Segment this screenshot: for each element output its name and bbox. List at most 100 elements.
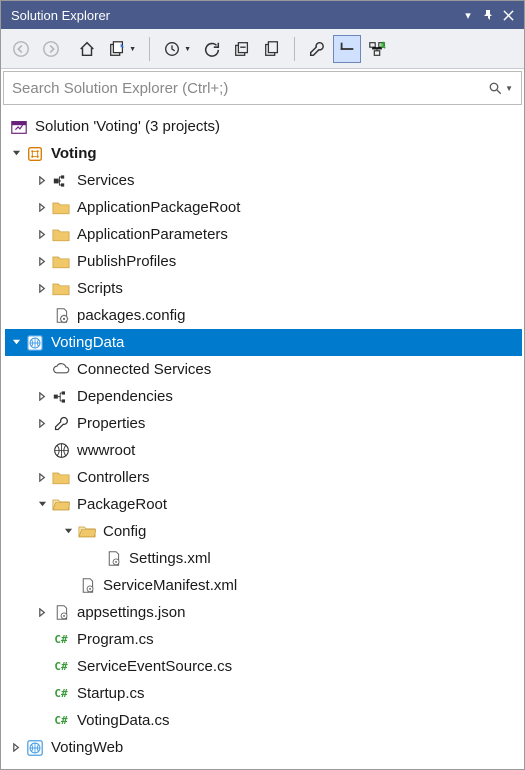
folder-open-icon	[77, 522, 97, 542]
show-all-files-button[interactable]	[258, 35, 286, 63]
csharp-file-icon: C#	[51, 684, 71, 704]
collapse-arrow-icon[interactable]	[35, 471, 49, 485]
tree-item-services[interactable]: Services	[5, 167, 522, 194]
tree-item-appsettings[interactable]: appsettings.json	[5, 599, 522, 626]
dropdown-icon[interactable]: ▼	[184, 46, 191, 53]
collapse-arrow-icon[interactable]	[35, 606, 49, 620]
project-label: Voting	[51, 145, 97, 162]
nav-forward-button[interactable]	[37, 35, 65, 63]
csharp-file-icon: C#	[51, 657, 71, 677]
project-voting[interactable]: Voting	[5, 140, 522, 167]
tree-item-app-parameters[interactable]: ApplicationParameters	[5, 221, 522, 248]
item-label: Dependencies	[77, 388, 173, 405]
search-box[interactable]: ▼	[3, 71, 522, 105]
folder-icon	[51, 468, 71, 488]
tree-item-service-event-source[interactable]: C# ServiceEventSource.cs	[5, 653, 522, 680]
search-input[interactable]	[12, 80, 488, 97]
tree-item-publish-profiles[interactable]: PublishProfiles	[5, 248, 522, 275]
search-icon[interactable]: ▼	[488, 81, 513, 96]
item-label: PackageRoot	[77, 496, 167, 513]
history-button[interactable]: ▼	[158, 35, 186, 63]
item-label: VotingData.cs	[77, 712, 170, 729]
toolbar-separator	[294, 37, 295, 61]
tree-item-startup-cs[interactable]: C# Startup.cs	[5, 680, 522, 707]
titlebar: Solution Explorer ▾	[1, 1, 524, 29]
collapse-arrow-icon[interactable]	[9, 741, 23, 755]
collapse-all-button[interactable]	[228, 35, 256, 63]
config-file-icon	[51, 306, 71, 326]
item-label: Controllers	[77, 469, 150, 486]
pin-icon[interactable]	[478, 5, 498, 25]
sync-view-button[interactable]: ▼	[103, 35, 131, 63]
item-label: ApplicationParameters	[77, 226, 228, 243]
tree-item-app-package-root[interactable]: ApplicationPackageRoot	[5, 194, 522, 221]
refresh-button[interactable]	[198, 35, 226, 63]
item-label: ApplicationPackageRoot	[77, 199, 240, 216]
project-label: VotingData	[51, 334, 124, 351]
csharp-file-icon: C#	[51, 711, 71, 731]
solution-label: Solution 'Voting' (3 projects)	[35, 118, 220, 135]
solution-tree: Solution 'Voting' (3 projects) Voting Se…	[1, 107, 524, 767]
tree-item-packages-config[interactable]: packages.config	[5, 302, 522, 329]
globe-icon	[51, 441, 71, 461]
item-label: Startup.cs	[77, 685, 145, 702]
window-menu-icon[interactable]: ▾	[458, 5, 478, 25]
solution-node[interactable]: Solution 'Voting' (3 projects)	[5, 113, 522, 140]
csharp-file-icon: C#	[51, 630, 71, 650]
expand-arrow-icon[interactable]	[9, 336, 23, 350]
collapse-arrow-icon[interactable]	[35, 390, 49, 404]
project-label: VotingWeb	[51, 739, 123, 756]
connected-services-icon	[51, 360, 71, 380]
tree-item-connected-services[interactable]: Connected Services	[5, 356, 522, 383]
web-project-icon	[25, 738, 45, 758]
project-voting-data[interactable]: VotingData	[5, 329, 522, 356]
tree-item-settings-xml[interactable]: Settings.xml	[5, 545, 522, 572]
panel-title: Solution Explorer	[7, 8, 458, 23]
collapse-arrow-icon[interactable]	[35, 417, 49, 431]
collapse-arrow-icon[interactable]	[35, 201, 49, 215]
collapse-arrow-icon[interactable]	[35, 255, 49, 269]
tree-item-package-root[interactable]: PackageRoot	[5, 491, 522, 518]
folder-icon	[51, 279, 71, 299]
folder-icon	[51, 252, 71, 272]
tree-item-scripts[interactable]: Scripts	[5, 275, 522, 302]
item-label: Services	[77, 172, 135, 189]
home-button[interactable]	[73, 35, 101, 63]
nav-back-button[interactable]	[7, 35, 35, 63]
xml-file-icon	[103, 549, 123, 569]
tree-item-voting-data-cs[interactable]: C# VotingData.cs	[5, 707, 522, 734]
project-voting-web[interactable]: VotingWeb	[5, 734, 522, 761]
view-class-diagram-button[interactable]	[363, 35, 391, 63]
collapse-arrow-icon[interactable]	[35, 174, 49, 188]
json-file-icon	[51, 603, 71, 623]
item-label: wwwroot	[77, 442, 135, 459]
item-label: PublishProfiles	[77, 253, 176, 270]
tree-item-service-manifest[interactable]: ServiceManifest.xml	[5, 572, 522, 599]
preview-button[interactable]	[333, 35, 361, 63]
tree-item-properties[interactable]: Properties	[5, 410, 522, 437]
toolbar-separator	[149, 37, 150, 61]
expand-arrow-icon[interactable]	[9, 147, 23, 161]
tree-item-dependencies[interactable]: Dependencies	[5, 383, 522, 410]
toolbar: ▼ ▼	[1, 29, 524, 69]
collapse-arrow-icon[interactable]	[35, 282, 49, 296]
collapse-arrow-icon[interactable]	[35, 228, 49, 242]
service-fabric-project-icon	[25, 144, 45, 164]
tree-item-program-cs[interactable]: C# Program.cs	[5, 626, 522, 653]
item-label: Properties	[77, 415, 145, 432]
tree-item-config[interactable]: Config	[5, 518, 522, 545]
item-label: ServiceManifest.xml	[103, 577, 237, 594]
folder-icon	[51, 198, 71, 218]
expand-arrow-icon[interactable]	[61, 525, 75, 539]
item-label: ServiceEventSource.cs	[77, 658, 232, 675]
solution-icon	[9, 117, 29, 137]
tree-item-wwwroot[interactable]: wwwroot	[5, 437, 522, 464]
tree-item-controllers[interactable]: Controllers	[5, 464, 522, 491]
item-label: packages.config	[77, 307, 185, 324]
dropdown-icon[interactable]: ▼	[129, 46, 136, 53]
wrench-icon	[51, 414, 71, 434]
close-icon[interactable]	[498, 5, 518, 25]
properties-button[interactable]	[303, 35, 331, 63]
dependencies-icon	[51, 387, 71, 407]
expand-arrow-icon[interactable]	[35, 498, 49, 512]
